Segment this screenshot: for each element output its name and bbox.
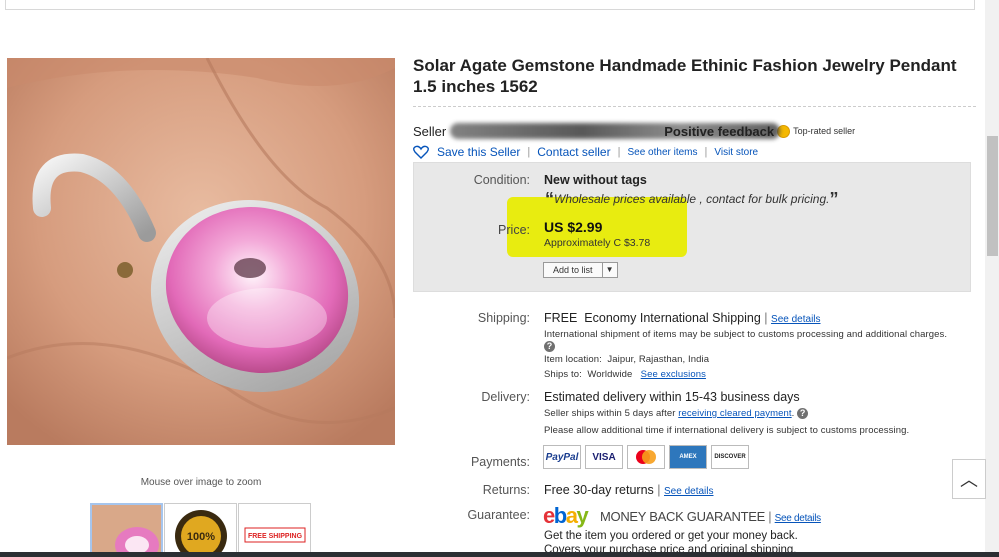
- wholesale-note: “Wholesale prices available , contact fo…: [545, 189, 839, 209]
- returns-see-details-link[interactable]: See details: [664, 486, 713, 497]
- mastercard-icon: [627, 445, 665, 469]
- main-product-image[interactable]: [7, 58, 395, 445]
- returns-value: Free 30-day returns | See details: [544, 483, 714, 497]
- delivery-additional: Please allow additional time if internat…: [544, 425, 910, 436]
- thumbnail-badge-text: 100%: [187, 531, 215, 543]
- shipping-method: Economy International Shipping: [584, 311, 761, 325]
- item-location: Item location: Jaipur, Rajasthan, India: [544, 354, 710, 365]
- ships-to: Ships to: Worldwide See exclusions: [544, 369, 706, 380]
- zoom-hint: Mouse over image to zoom: [140, 477, 262, 488]
- amex-icon: AMEX: [669, 445, 707, 469]
- chevron-down-icon[interactable]: ▼: [603, 263, 617, 277]
- separator: |: [617, 146, 621, 158]
- seller-links: Save this Seller | Contact seller | See …: [413, 145, 758, 159]
- delivery-label: Delivery:: [481, 390, 530, 404]
- payment-methods: PayPal VISA AMEX DISCOVER: [543, 445, 753, 469]
- shipping-label: Shipping:: [477, 311, 530, 325]
- chevron-up-icon: ︿: [960, 470, 978, 490]
- condition-label: Condition:: [473, 173, 530, 187]
- help-icon[interactable]: ?: [797, 408, 809, 419]
- visa-icon: VISA: [585, 445, 623, 469]
- price-approx: Approximately C $3.78: [544, 237, 651, 249]
- wholesale-note-text: Wholesale prices available , contact for…: [554, 192, 830, 206]
- see-other-items-link[interactable]: See other items: [627, 147, 697, 158]
- seller-label: Seller: [413, 123, 447, 139]
- receiving-cleared-payment-link[interactable]: receiving cleared payment: [678, 408, 791, 419]
- save-seller-link[interactable]: Save this Seller: [437, 145, 520, 159]
- payments-label: Payments:: [470, 455, 530, 469]
- delivery-estimate: Estimated delivery within 15-43 business…: [544, 390, 800, 404]
- price-value: US $2.99: [544, 219, 603, 235]
- separator: |: [704, 146, 708, 158]
- seller-row: Seller Positive feedback Top-rated selle…: [413, 123, 855, 139]
- thumbnail-3[interactable]: FREE SHIPPING: [238, 503, 311, 557]
- visit-store-link[interactable]: Visit store: [714, 147, 758, 158]
- scrollbar-track[interactable]: [985, 0, 999, 557]
- price-label: Price:: [498, 223, 530, 237]
- title-divider: [413, 106, 976, 107]
- shipping-value: FREE Economy International Shipping | Se…: [544, 311, 821, 325]
- positive-feedback: Positive feedback: [664, 123, 775, 139]
- back-to-top-button[interactable]: ︿: [952, 459, 986, 499]
- guarantee-see-details-link[interactable]: See details: [775, 513, 821, 524]
- returns-label: Returns:: [482, 483, 530, 497]
- contact-seller-link[interactable]: Contact seller: [537, 145, 610, 159]
- add-to-list-label[interactable]: Add to list: [544, 263, 603, 277]
- money-back-guarantee: MONEY BACK GUARANTEE | See details: [600, 509, 821, 524]
- thumbnail-badge-text: FREE SHIPPING: [248, 533, 303, 540]
- discover-icon: DISCOVER: [711, 445, 749, 469]
- shipping-see-details-link[interactable]: See details: [771, 314, 820, 325]
- add-to-list-button[interactable]: Add to list ▼: [543, 262, 618, 278]
- heart-icon[interactable]: [413, 145, 429, 159]
- bottom-bar: [0, 552, 999, 557]
- shipping-note: International shipment of items may be s…: [544, 329, 948, 340]
- ebay-logo: ebay: [543, 503, 589, 528]
- condition-value: New without tags: [544, 173, 647, 187]
- thumbnail-strip: 100% FREE SHIPPING: [90, 503, 312, 557]
- see-exclusions-link[interactable]: See exclusions: [641, 369, 706, 380]
- guarantee-line-1: Get the item you ordered or get your mon…: [544, 530, 798, 542]
- scrollbar-thumb[interactable]: [987, 136, 998, 256]
- thumbnail-2[interactable]: 100%: [164, 503, 237, 557]
- separator: |: [527, 146, 531, 158]
- top-frame: [5, 0, 975, 10]
- guarantee-label: Guarantee:: [467, 508, 530, 522]
- thumbnail-1[interactable]: [90, 503, 163, 557]
- ships-within: Seller ships within 5 days after receivi…: [544, 408, 809, 419]
- paypal-icon: PayPal: [543, 445, 581, 469]
- help-icon[interactable]: ?: [544, 341, 555, 352]
- listing-title: Solar Agate Gemstone Handmade Ethinic Fa…: [413, 56, 957, 96]
- shipping-free: FREE: [544, 311, 578, 325]
- top-rated-label: Top-rated seller: [793, 126, 856, 136]
